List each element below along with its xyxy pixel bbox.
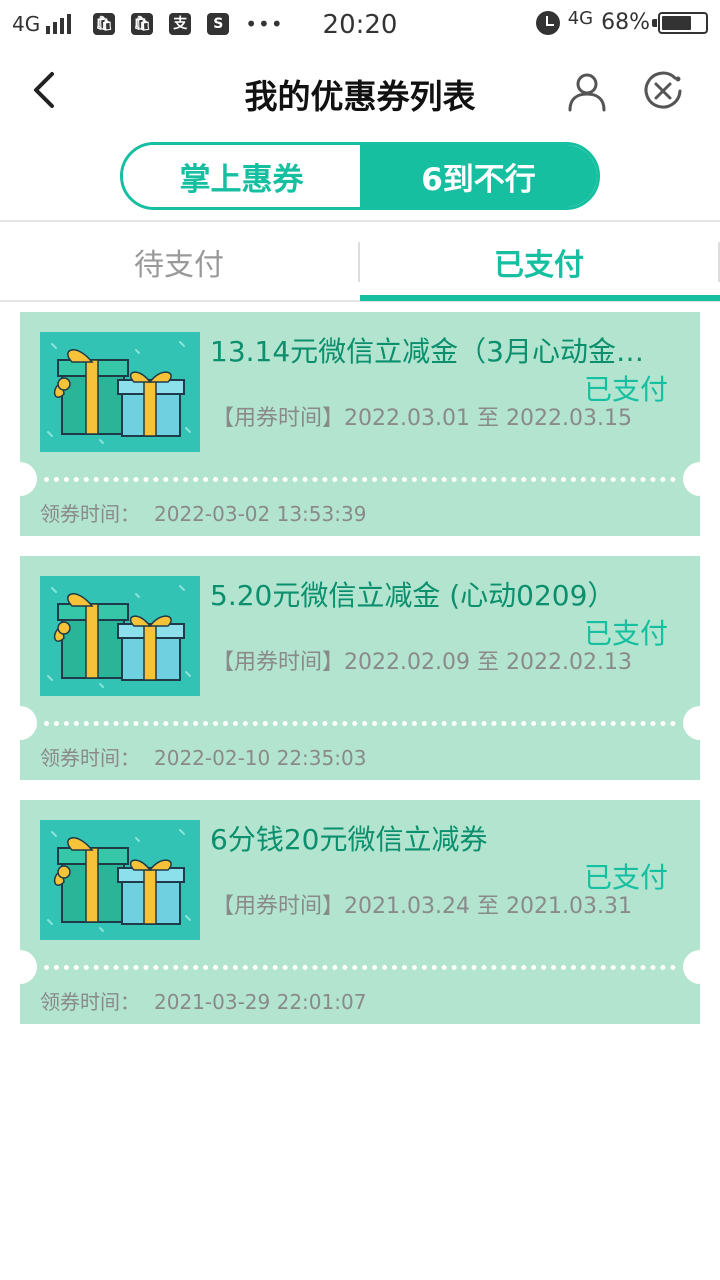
received-label: 领券时间：	[40, 990, 140, 1014]
period-end: 2022.03.15	[506, 406, 632, 431]
user-icon[interactable]	[566, 70, 608, 112]
close-mini-program-icon[interactable]	[642, 70, 684, 112]
network-right-label: 4G	[567, 7, 594, 29]
received-label: 领券时间：	[40, 746, 140, 770]
coupon-received-time: 领券时间： 2021-03-29 22:01:07	[40, 986, 366, 1015]
coupon-valid-period: 【用券时间】2022.03.01 至 2022.03.15	[212, 400, 632, 432]
ticket-notch	[683, 706, 717, 740]
gift-box-image	[40, 576, 200, 696]
period-separator: 至	[476, 406, 499, 431]
page-title: 我的优惠券列表	[244, 77, 476, 116]
period-label: 【用券时间】	[212, 650, 345, 675]
tab-paid[interactable]: 已支付	[360, 222, 718, 302]
coupon-card[interactable]: 13.14元微信立减金（3月心动金… 已支付 【用券时间】2022.03.01 …	[3, 312, 717, 536]
ticket-notch	[683, 462, 717, 496]
received-value: 2021-03-29 22:01:07	[154, 990, 367, 1014]
ticket-notch	[3, 950, 37, 984]
coupon-valid-period: 【用券时间】2021.03.24 至 2021.03.31	[212, 888, 632, 920]
coupon-valid-period: 【用券时间】2022.02.09 至 2022.02.13	[212, 644, 632, 676]
coupon-card[interactable]: 6分钱20元微信立减券 已支付 【用券时间】2021.03.24 至 2021.…	[3, 800, 717, 1024]
period-start: 2022.03.01	[344, 406, 470, 431]
active-tab-indicator	[360, 295, 720, 301]
ticket-notch	[3, 462, 37, 496]
ticket-perforation	[44, 965, 676, 970]
period-separator: 至	[476, 894, 499, 919]
period-label: 【用券时间】	[212, 406, 345, 431]
ticket-perforation	[44, 721, 676, 726]
battery-percent: 68%	[601, 10, 650, 35]
coupon-list: 13.14元微信立减金（3月心动金… 已支付 【用券时间】2022.03.01 …	[3, 312, 717, 1044]
payment-tabs: 待支付 已支付	[0, 220, 720, 302]
tab-unpaid[interactable]: 待支付	[0, 222, 358, 302]
received-label: 领券时间：	[40, 502, 140, 526]
status-right: 4G 68%	[535, 7, 708, 35]
ticket-notch	[3, 706, 37, 740]
gift-box-image	[40, 332, 200, 452]
period-end: 2021.03.31	[506, 894, 632, 919]
segment-zhangshang[interactable]: 掌上惠券	[123, 145, 360, 207]
nav-header: 我的优惠券列表	[0, 50, 720, 132]
coupon-card[interactable]: 5.20元微信立减金 (心动0209） 已支付 【用券时间】2022.02.09…	[3, 556, 717, 780]
period-start: 2021.03.24	[344, 894, 470, 919]
period-end: 2022.02.13	[506, 650, 632, 675]
coupon-received-time: 领券时间： 2022-02-10 22:35:03	[40, 742, 366, 771]
coupon-title: 13.14元微信立减金（3月心动金…	[210, 335, 644, 368]
received-value: 2022-03-02 13:53:39	[154, 502, 367, 526]
period-separator: 至	[476, 650, 499, 675]
ticket-perforation	[44, 477, 676, 482]
period-label: 【用券时间】	[212, 894, 345, 919]
coupon-title: 5.20元微信立减金 (心动0209）	[210, 579, 616, 612]
coupon-source-segment: 掌上惠券 6到不行	[120, 142, 600, 210]
gift-box-image	[40, 820, 200, 940]
segment-6daobuxing[interactable]: 6到不行	[360, 145, 597, 207]
battery-icon	[652, 11, 708, 34]
period-start: 2022.02.09	[344, 650, 470, 675]
received-value: 2022-02-10 22:35:03	[154, 746, 367, 770]
coupon-title: 6分钱20元微信立减券	[210, 823, 488, 856]
ticket-notch	[683, 950, 717, 984]
coupon-received-time: 领券时间： 2022-03-02 13:53:39	[40, 498, 366, 527]
status-bar: 4G 🛍 🛍 支 S ••• 20:20 4G 68%	[0, 0, 720, 50]
alarm-icon	[535, 10, 560, 35]
